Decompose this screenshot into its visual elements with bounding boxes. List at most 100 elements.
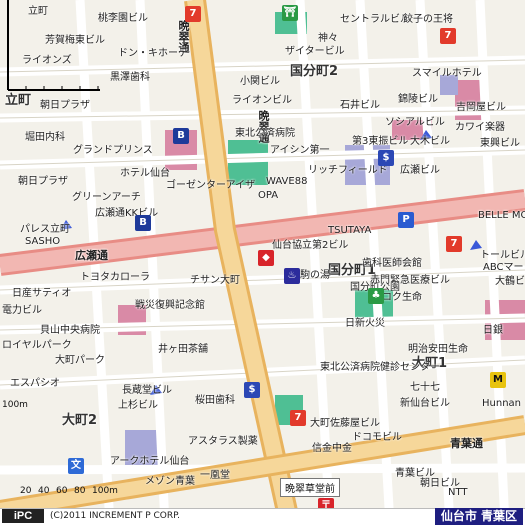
place-label[interactable]: ライオンビル xyxy=(232,95,292,106)
place-label[interactable]: 黒澤歯科 xyxy=(110,72,150,83)
place-label[interactable]: リッチフィールド xyxy=(308,165,388,176)
place-label[interactable]: 餃子の王将 xyxy=(403,14,453,25)
place-label[interactable]: グリーンアーチ xyxy=(72,192,141,203)
place-label[interactable]: 一凰堂 xyxy=(200,470,230,481)
area-label-kokubuncho2: 国分町2 xyxy=(290,64,339,79)
place-label[interactable]: セントラルビル xyxy=(340,14,410,25)
place-label[interactable]: スマイルホテル xyxy=(412,68,482,79)
place-label[interactable]: 東北公済病院健診センター xyxy=(320,362,440,373)
atm-icon[interactable]: $ xyxy=(378,150,394,166)
map-view[interactable]: 晩翠通 晩翠通 広瀬通 青葉通 晩翠草堂前 国分町2 国分町1 立町 大町2 大… xyxy=(0,0,525,525)
gas-station-icon[interactable]: ◆ xyxy=(258,250,274,266)
place-label[interactable]: SASHO xyxy=(25,236,60,247)
place-label[interactable]: トールビル xyxy=(480,250,525,261)
scale-tick-label: 20 xyxy=(20,486,32,496)
place-label[interactable]: アイシン第一 xyxy=(270,145,330,156)
place-label[interactable]: アスタラス製薬 xyxy=(188,436,258,447)
place-label[interactable]: 電力ビル xyxy=(2,305,42,316)
place-label[interactable]: 広瀬ビル xyxy=(400,165,440,176)
place-label[interactable]: 朝日プラザ xyxy=(18,176,68,187)
scale-tick-label: 40 xyxy=(38,486,50,496)
shrine-icon[interactable]: ⛩ xyxy=(282,5,298,21)
place-label[interactable]: ザイタービル xyxy=(285,46,345,57)
place-label[interactable]: 貝山中央病院 xyxy=(40,325,100,336)
place-label[interactable]: 東興ビル xyxy=(480,138,520,149)
place-label[interactable]: ホテル仙台 xyxy=(120,168,170,179)
scale-tick-label: 100m xyxy=(92,486,118,496)
place-label[interactable]: 仙台協立第2ビル xyxy=(272,240,348,251)
scale-tick-label: 80 xyxy=(74,486,86,496)
place-label[interactable]: ロイヤルパーク xyxy=(2,340,72,351)
place-label[interactable]: メゾン青葉 xyxy=(145,476,195,487)
convenience-store-icon[interactable]: 7 xyxy=(446,236,462,252)
place-label[interactable]: 明治安田生命 xyxy=(408,344,468,355)
place-label[interactable]: 井ヶ田茶舗 xyxy=(158,344,208,355)
place-label[interactable]: 小関ビル xyxy=(240,76,280,87)
place-label[interactable]: 錦陵ビル xyxy=(398,94,438,105)
place-label[interactable]: Hunnan xyxy=(482,398,521,409)
place-label[interactable]: NTT xyxy=(448,487,468,498)
place-label[interactable]: 石井ビル xyxy=(340,100,380,111)
school-icon[interactable]: 文 xyxy=(68,458,84,474)
bathhouse-icon[interactable]: ♨ xyxy=(284,268,300,284)
place-label[interactable]: 大町パーク xyxy=(55,355,105,366)
atm-icon[interactable]: $ xyxy=(244,382,260,398)
place-label[interactable]: パレス立町 xyxy=(20,224,70,235)
place-label[interactable]: 七十七 xyxy=(410,382,440,393)
place-label[interactable]: ゴーゼンターアイザ xyxy=(166,180,255,191)
place-label[interactable]: 第3東振ビル xyxy=(352,136,408,147)
place-label[interactable]: 長蔵堂ビル xyxy=(122,385,172,396)
place-label[interactable]: アークホテル仙台 xyxy=(110,456,189,467)
park-icon[interactable]: ♣ xyxy=(368,288,384,304)
place-label[interactable]: BELLE MODE xyxy=(478,210,525,221)
place-label[interactable]: 大鶴ビル xyxy=(495,276,525,287)
place-label[interactable]: 戦災復興記念館 xyxy=(135,300,205,311)
place-label[interactable]: 新仙台ビル xyxy=(400,398,450,409)
convenience-store-icon[interactable]: 7 xyxy=(440,28,456,44)
place-label[interactable]: 日銀 xyxy=(483,325,503,336)
copyright-text: (C)2011 INCREMENT P CORP. xyxy=(50,511,181,521)
road-label-aoba: 青葉通 xyxy=(450,437,483,450)
place-label[interactable]: ABCマート xyxy=(483,262,525,273)
place-label[interactable]: 上杉ビル xyxy=(118,400,158,411)
road-sign-bansui: 晩翠草堂前 xyxy=(280,478,340,497)
place-label[interactable]: 朝日プラザ xyxy=(40,100,90,111)
place-label[interactable]: 日新火災 xyxy=(345,318,385,329)
scale-unit-label: 100m xyxy=(2,400,28,410)
convenience-store-icon[interactable]: 7 xyxy=(185,6,201,22)
place-label[interactable]: トヨタカローラ xyxy=(80,272,150,283)
place-label[interactable]: 神々 xyxy=(318,33,338,44)
scale-bar xyxy=(7,0,100,91)
place-label[interactable]: 赤門緊急医療ビル xyxy=(370,275,450,286)
area-label-omachi2: 大町2 xyxy=(62,413,98,428)
place-label[interactable]: ソシアルビル xyxy=(385,117,445,128)
place-label[interactable]: ドン・キホーテ xyxy=(118,48,188,59)
place-label[interactable]: 堀田内科 xyxy=(25,132,65,143)
convenience-store-icon[interactable]: 7 xyxy=(290,410,306,426)
road-label-hirose: 広瀬通 xyxy=(75,249,108,262)
place-label[interactable]: カワイ楽器 xyxy=(455,122,505,133)
place-label[interactable]: 東北公済病院 xyxy=(235,128,295,139)
bus-stop-icon[interactable]: B xyxy=(173,128,189,144)
place-label[interactable]: 駒の湯 xyxy=(300,270,330,281)
place-label[interactable]: エスパシオ xyxy=(10,378,60,389)
place-label[interactable]: OPA xyxy=(258,190,278,201)
place-label[interactable]: グランドプリンス xyxy=(73,145,153,156)
bank-icon[interactable]: M xyxy=(490,372,506,388)
scale-tick-label: 60 xyxy=(56,486,68,496)
place-label[interactable]: 桜田歯科 xyxy=(195,395,235,406)
bus-stop-icon[interactable]: B xyxy=(135,215,151,231)
place-label[interactable]: チサン大町 xyxy=(190,275,240,286)
place-label[interactable]: 大木ビル xyxy=(410,136,450,147)
place-label[interactable]: 信金中金 xyxy=(312,443,352,454)
place-label[interactable]: WAVE88 xyxy=(266,176,307,187)
district-badge: 仙台市 青葉区 xyxy=(434,508,523,525)
place-label[interactable]: 歯科医師会館 xyxy=(362,258,422,269)
place-label[interactable]: ドコモビル xyxy=(352,432,402,443)
place-label[interactable]: 吉岡屋ビル xyxy=(456,102,506,113)
ipc-logo: iPC xyxy=(2,509,44,523)
place-label[interactable]: 日産サティオ xyxy=(12,288,71,299)
place-label[interactable]: 大町佐藤屋ビル xyxy=(310,418,380,429)
parking-icon[interactable]: P xyxy=(398,212,414,228)
place-label[interactable]: TSUTAYA xyxy=(328,225,371,236)
